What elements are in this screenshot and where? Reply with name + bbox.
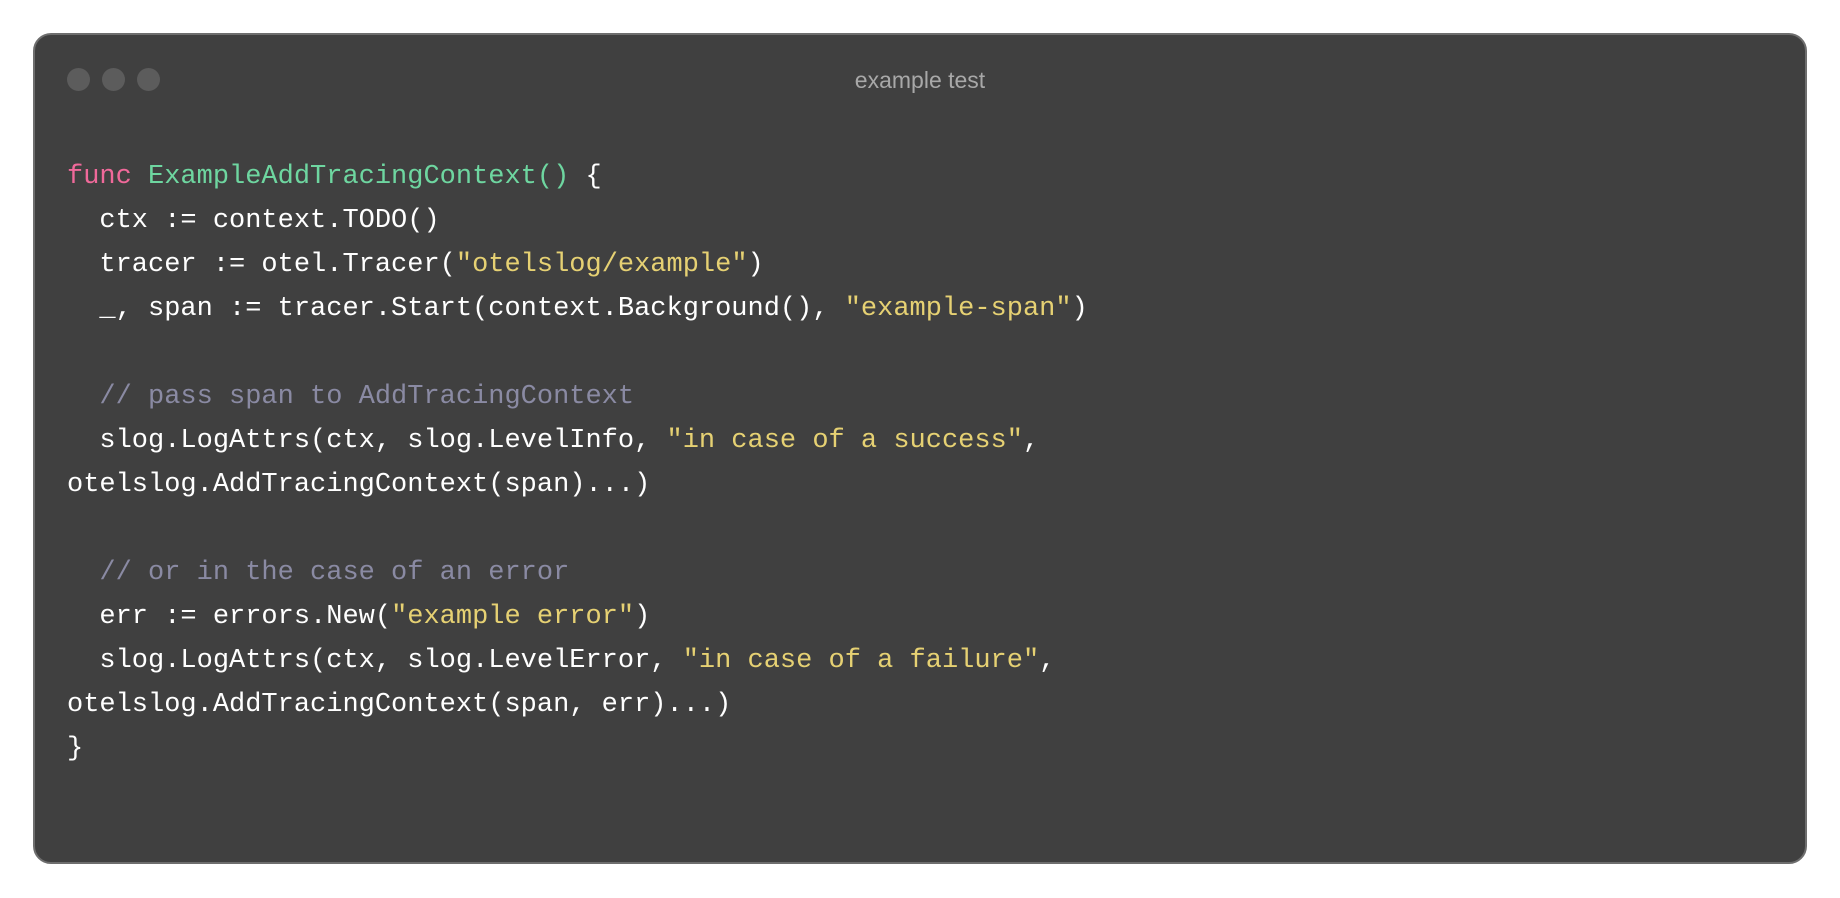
code-function-name: ExampleAddTracingContext() (148, 162, 586, 192)
code-text: otelslog.AddTracingContext(span, err)...… (67, 690, 732, 720)
code-text: , (1039, 646, 1056, 676)
code-text: otelslog.AddTracingContext(span)...) (67, 470, 651, 500)
code-line: otelslog.AddTracingContext(span)...) (67, 463, 1088, 507)
code-text: , (1022, 426, 1040, 456)
code-line: err := errors.New("example error") (67, 595, 1088, 639)
code-text: slog.LogAttrs(ctx, slog.LevelInfo, (67, 426, 667, 456)
code-text: } (67, 734, 84, 764)
code-text: ) (634, 602, 651, 632)
code-line: tracer := otel.Tracer("otelslog/example"… (67, 243, 1088, 287)
code-text: err := errors.New( (67, 602, 392, 632)
code-line: // pass span to AddTracingContext (67, 375, 1088, 419)
window-titlebar: example test (35, 35, 1805, 123)
code-line: slog.LogAttrs(ctx, slog.LevelError, "in … (67, 639, 1088, 683)
code-line: otelslog.AddTracingContext(span, err)...… (67, 683, 1088, 727)
code-text: ) (747, 250, 764, 280)
code-window: example test func ExampleAddTracingConte… (33, 33, 1807, 864)
code-text: ) (1071, 294, 1088, 324)
code-string: "otelslog/example" (455, 250, 748, 280)
code-line: _, span := tracer.Start(context.Backgrou… (67, 287, 1088, 331)
code-line: func ExampleAddTracingContext() { (67, 155, 1088, 199)
code-line: slog.LogAttrs(ctx, slog.LevelInfo, "in c… (67, 419, 1088, 463)
code-text: slog.LogAttrs(ctx, slog.LevelError, (67, 646, 683, 676)
window-title: example test (854, 67, 986, 93)
code-block: func ExampleAddTracingContext() { ctx :=… (67, 155, 1088, 771)
code-text: { (585, 162, 602, 192)
code-string: "example error" (391, 602, 635, 632)
code-comment: // or in the case of an error (67, 558, 570, 588)
code-comment: // pass span to AddTracingContext (67, 382, 635, 412)
code-string: "in case of a failure" (682, 646, 1040, 676)
code-text: tracer := otel.Tracer( (67, 250, 456, 280)
code-line: // or in the case of an error (67, 551, 1088, 595)
code-line: ctx := context.TODO() (67, 199, 1088, 243)
code-string: "example-span" (844, 294, 1072, 324)
code-text: _, span := tracer.Start(context.Backgrou… (67, 294, 845, 324)
code-string: "in case of a success" (666, 426, 1023, 456)
code-line: } (67, 727, 1088, 771)
code-keyword: func (67, 162, 149, 192)
code-text: ctx := context.TODO() (67, 206, 440, 236)
